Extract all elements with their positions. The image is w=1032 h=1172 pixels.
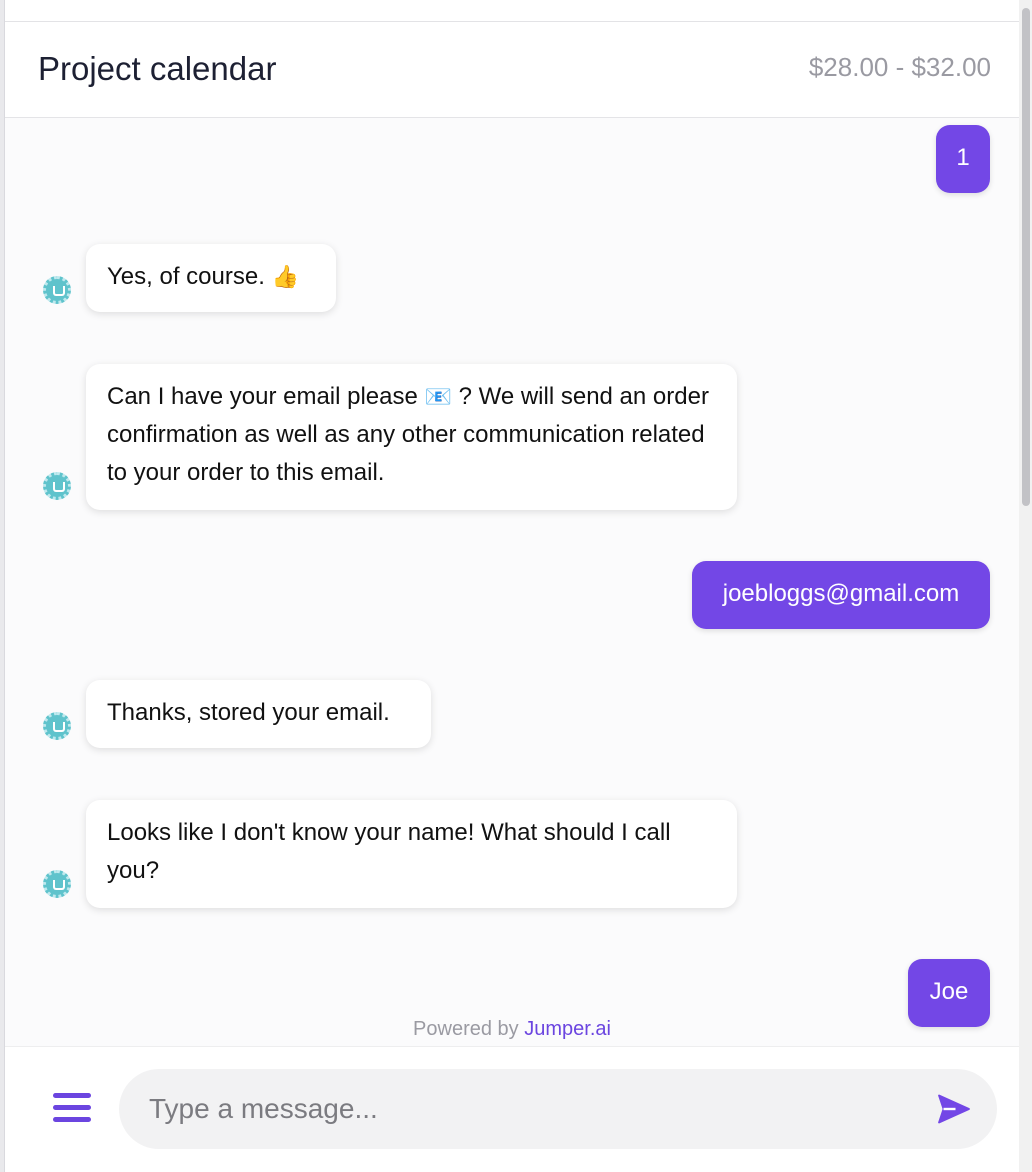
message-text: Looks like I don't know your name! What … bbox=[107, 819, 671, 884]
message-list[interactable]: 1 Yes, of course. 👍 Can I have your emai… bbox=[5, 118, 1019, 1046]
envelope-icon: 📧 bbox=[424, 384, 452, 409]
message-input[interactable] bbox=[119, 1069, 997, 1149]
product-title: Project calendar bbox=[38, 50, 277, 87]
user-message: joebloggs@gmail.com bbox=[692, 561, 990, 629]
message-text: Joe bbox=[929, 978, 969, 1005]
powered-by-brand-link[interactable]: Jumper.ai bbox=[524, 1018, 611, 1040]
bot-message: Yes, of course. 👍 bbox=[86, 244, 336, 312]
bot-message: Can I have your email please 📧 ? We will… bbox=[86, 364, 737, 510]
send-icon[interactable] bbox=[935, 1091, 973, 1127]
bot-avatar-icon bbox=[43, 870, 71, 898]
chat-header: Project calendar $28.00 - $32.00 bbox=[5, 22, 1019, 118]
bot-avatar-icon bbox=[43, 472, 71, 500]
thumbs-up-icon: 👍 bbox=[271, 264, 299, 289]
powered-by: Powered by Jumper.ai bbox=[5, 1018, 1019, 1041]
message-text: joebloggs@gmail.com bbox=[722, 580, 960, 607]
powered-by-label: Powered by bbox=[413, 1018, 519, 1040]
message-text: 1 bbox=[956, 144, 970, 171]
hamburger-menu-icon[interactable] bbox=[53, 1093, 91, 1127]
bot-avatar-icon bbox=[43, 712, 71, 740]
bot-message: Looks like I don't know your name! What … bbox=[86, 800, 737, 908]
scrollbar-thumb[interactable] bbox=[1022, 8, 1030, 506]
user-message: 1 bbox=[936, 125, 990, 193]
user-message: Joe bbox=[908, 959, 990, 1027]
window-top-strip bbox=[5, 0, 1019, 22]
bot-avatar-icon bbox=[43, 276, 71, 304]
message-text: Yes, of course. bbox=[107, 263, 265, 290]
price-range: $28.00 - $32.00 bbox=[808, 52, 991, 82]
message-text: Thanks, stored your email. bbox=[107, 699, 390, 726]
message-text: Can I have your email please bbox=[107, 383, 418, 410]
chat-widget: Project calendar $28.00 - $32.00 1 Yes, … bbox=[4, 0, 1020, 1172]
composer bbox=[5, 1046, 1019, 1172]
bot-message: Thanks, stored your email. bbox=[86, 680, 431, 748]
page-scrollbar[interactable] bbox=[1019, 0, 1032, 1172]
